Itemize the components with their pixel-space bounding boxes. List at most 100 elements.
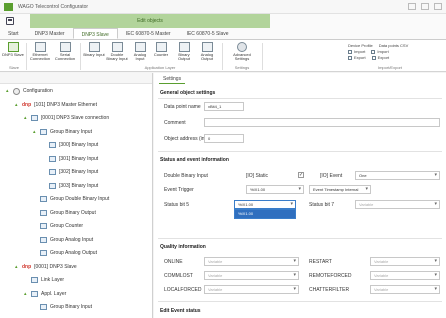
- tree-item-label: Group Binary Input: [50, 128, 92, 135]
- expand-caret-icon[interactable]: ▴: [15, 264, 19, 270]
- tree-item-label: [0001] DNP3 Slave: [34, 263, 77, 270]
- restart-select[interactable]: Variable: [370, 257, 440, 266]
- folder-icon: [40, 223, 47, 229]
- comment-label: Comment: [164, 120, 186, 126]
- tree-item[interactable]: [303] Binary Input: [42, 181, 98, 191]
- group-label-settings: Settings: [234, 65, 250, 70]
- tree-item[interactable]: ▴ Group Binary Input: [33, 127, 92, 137]
- point-icon: [49, 155, 56, 162]
- event-class-select[interactable]: One: [355, 171, 440, 180]
- wago-logo-icon: [4, 3, 13, 11]
- advanced-settings-label: Advanced Settings: [233, 52, 251, 61]
- tree-item[interactable]: ▴ dnp [0001] DNP3 Slave: [15, 262, 77, 272]
- close-button[interactable]: [434, 3, 442, 10]
- counter-button[interactable]: Counter: [150, 42, 172, 57]
- tree-item[interactable]: Group Double Binary Input: [33, 194, 109, 204]
- ribbon-separator: [222, 43, 223, 70]
- context-band: Edit objects: [30, 14, 270, 28]
- ribbon-separator: [262, 43, 263, 70]
- counter-label: Counter: [153, 52, 169, 57]
- minimize-button[interactable]: [408, 3, 416, 10]
- tree-item[interactable]: Group Analog Input: [33, 235, 93, 245]
- analog-output-button[interactable]: Analog Output: [196, 42, 218, 61]
- online-label: ONLINE: [164, 259, 183, 265]
- tree-item[interactable]: ▴ Configuration: [6, 86, 53, 96]
- tree-item[interactable]: Group Binary Input: [33, 302, 92, 312]
- tree-item-label: Group Analog Input: [50, 236, 94, 243]
- double-binary-input-button[interactable]: Double Binary Input: [106, 42, 128, 61]
- static-checkbox[interactable]: ✓: [298, 172, 304, 178]
- data-point-name-field[interactable]: xBit4_1: [204, 102, 244, 111]
- binary-input-button[interactable]: Binary Input: [83, 42, 105, 57]
- tree-item-label: Group Binary Output: [50, 209, 96, 216]
- tree-item[interactable]: Link Layer: [24, 275, 64, 285]
- status-event-title: Status and event information: [160, 157, 229, 163]
- tree-item-label: Group Analog Output: [50, 250, 97, 256]
- analog-input-button[interactable]: Analog Input: [129, 42, 151, 61]
- object-address-field[interactable]: 0: [204, 134, 244, 143]
- status-bit7-select[interactable]: Variable: [355, 200, 440, 209]
- tree-item[interactable]: ▴ dnp [101] DNP3 Master Ethernet: [15, 100, 97, 110]
- serial-connection-button[interactable]: Serial Connection: [54, 42, 76, 61]
- binary-input-icon: [88, 42, 100, 52]
- dnp3-slave-button[interactable]: DNP3 Slave: [2, 42, 24, 57]
- online-select[interactable]: Variable: [204, 257, 299, 266]
- tree-item[interactable]: ▴ Appl. Layer: [24, 289, 66, 299]
- context-label: Edit objects: [137, 18, 163, 24]
- status-bit5-select[interactable]: %IX1.00: [234, 200, 296, 209]
- tree-item[interactable]: Group Counter: [33, 221, 83, 231]
- remoteforced-label: REMOTEFORCED: [309, 273, 352, 279]
- tab-settings[interactable]: Settings: [159, 74, 186, 84]
- tree-item-label: [302] Binary Input: [59, 169, 99, 175]
- expand-caret-icon[interactable]: ▴: [33, 129, 37, 135]
- comment-field[interactable]: [204, 118, 440, 127]
- expand-caret-icon[interactable]: ▴: [15, 102, 19, 108]
- counter-icon: [155, 42, 167, 52]
- chatterfilter-select[interactable]: Variable: [370, 285, 440, 294]
- group-label-application-layer: Application Layer: [144, 65, 176, 70]
- device-profile-export-button[interactable]: Export: [348, 55, 366, 61]
- tab-iec-slave[interactable]: IEC 60870-5 Slave: [179, 28, 237, 39]
- settings-panel: Settings General object settings Data po…: [154, 73, 446, 318]
- quality-information-title: Quality information: [160, 244, 206, 250]
- maximize-button[interactable]: [421, 3, 429, 10]
- remoteforced-select[interactable]: Variable: [370, 271, 440, 280]
- tree-item[interactable]: [302] Binary Input: [42, 167, 98, 177]
- tab-start[interactable]: Start: [0, 28, 27, 39]
- tree-item-label: Appl. Layer: [41, 290, 67, 297]
- expand-caret-icon[interactable]: ▴: [24, 115, 28, 121]
- event-trigger-select[interactable]: %IX1.00: [246, 185, 304, 194]
- tree-item-label: Link Layer: [41, 277, 65, 283]
- binary-output-button[interactable]: Binary Output: [173, 42, 195, 61]
- tree-item[interactable]: Group Analog Output: [33, 248, 97, 258]
- advanced-settings-button[interactable]: Advanced Settings: [228, 42, 256, 61]
- commlost-select[interactable]: Variable: [204, 271, 299, 280]
- import-icon: [348, 50, 352, 54]
- dropdown-option-selected[interactable]: %IX1.00: [235, 210, 295, 218]
- tree-item[interactable]: [300] Binary Input: [42, 140, 98, 150]
- ribbon: DNP3 Slave Ethernet Connection Serial Co…: [0, 40, 446, 72]
- general-settings-title: General object settings: [160, 90, 216, 96]
- binary-input-label: Binary Input: [83, 52, 105, 57]
- save-icon[interactable]: [6, 17, 14, 25]
- double-binary-static-label: [IO] Static: [246, 173, 268, 179]
- tab-dnp3-slave[interactable]: DNP3 Slave: [72, 28, 118, 39]
- tree-item[interactable]: [301] Binary Input: [42, 154, 98, 164]
- localforced-select[interactable]: Variable: [204, 285, 299, 294]
- csv-export-button[interactable]: Export: [371, 55, 390, 61]
- folder-icon: [40, 250, 47, 256]
- tab-dnp3-master[interactable]: DNP3 Master: [27, 28, 73, 39]
- tab-iec-master[interactable]: IEC 60870-5 Master: [118, 28, 179, 39]
- expand-caret-icon[interactable]: ▴: [24, 291, 28, 297]
- tree-item-label: [303] Binary Input: [59, 182, 99, 189]
- event-timestamp-select[interactable]: Event Timestamp Internal: [309, 185, 371, 194]
- ethernet-connection-button[interactable]: Ethernet Connection: [29, 42, 51, 61]
- expand-caret-icon[interactable]: ▴: [6, 88, 10, 94]
- tree-item[interactable]: ▴ [0001] DNP3 Slave connection: [24, 113, 109, 123]
- export-label: Export: [377, 55, 390, 60]
- dnp-icon: dnp: [22, 101, 32, 108]
- tree-item-label: [101] DNP3 Master Ethernet: [34, 101, 97, 108]
- export-icon: [348, 56, 352, 60]
- folder-icon: [40, 236, 47, 243]
- tree-item[interactable]: Group Binary Output: [33, 208, 96, 218]
